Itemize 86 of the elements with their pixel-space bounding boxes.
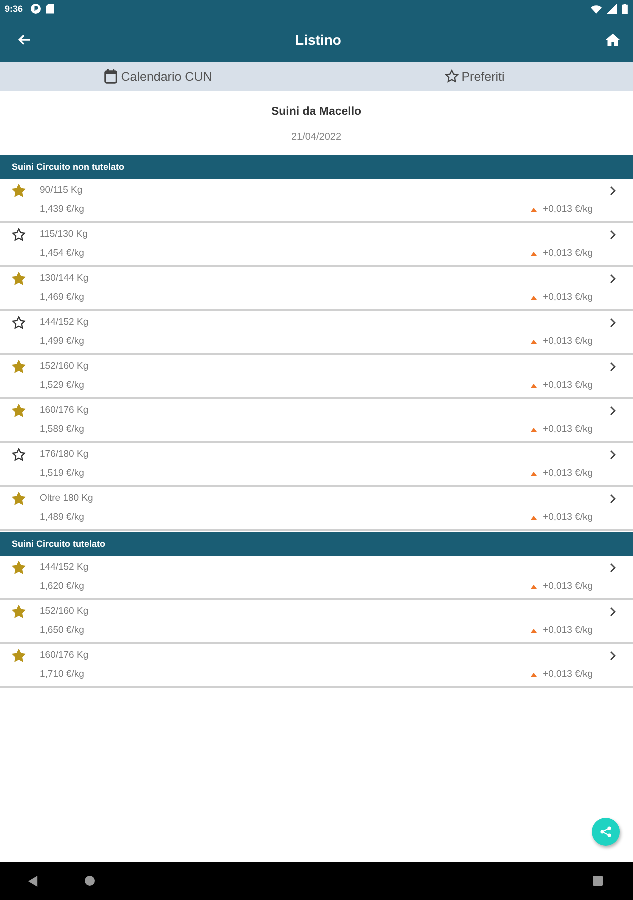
- calendar-icon: [104, 69, 118, 84]
- star-filled-icon[interactable]: [12, 184, 26, 198]
- price-text: 1,529 €/kg: [40, 380, 86, 391]
- star-outline-icon: [444, 69, 459, 84]
- weight-range: 144/152 Kg: [40, 562, 90, 573]
- price-change: +0,013 €/kg: [543, 669, 593, 680]
- price-change: +0,013 €/kg: [543, 380, 593, 391]
- list-date: 21/04/2022: [291, 131, 342, 145]
- calendar-button[interactable]: Calendario CUN: [104, 67, 212, 86]
- section-title: Suini Circuito tutelato: [12, 539, 106, 549]
- price-text: 1,469 €/kg: [40, 292, 86, 303]
- price-text: 1,454 €/kg: [40, 248, 86, 259]
- price-row[interactable]: 144/152 Kg 1,620 €/kg +0,013 €/kg: [0, 556, 633, 600]
- weight-range: 130/144 Kg: [40, 273, 90, 284]
- chevron-right-icon: [610, 362, 616, 372]
- price-row[interactable]: 160/176 Kg 1,589 €/kg +0,013 €/kg: [0, 399, 633, 443]
- chevron-right-icon: [610, 650, 616, 660]
- weight-range: 115/130 Kg: [40, 229, 89, 240]
- price-row[interactable]: 130/144 Kg 1,469 €/kg +0,013 €/kg: [0, 267, 633, 311]
- weight-range: 152/160 Kg: [40, 361, 90, 372]
- battery-icon: [622, 4, 628, 14]
- weight-range: 176/180 Kg: [40, 449, 90, 460]
- weight-range: Oltre 180 Kg: [40, 493, 94, 504]
- price-text: 1,439 €/kg: [40, 204, 86, 215]
- share-icon: [600, 826, 612, 838]
- star-filled-icon[interactable]: [12, 404, 26, 418]
- notification-circle-icon: [31, 4, 42, 14]
- price-change: +0,013 €/kg: [543, 625, 593, 636]
- chevron-right-icon: [610, 186, 616, 196]
- chevron-right-icon: [610, 274, 616, 284]
- price-row[interactable]: 144/152 Kg 1,499 €/kg +0,013 €/kg: [0, 311, 633, 355]
- chevron-right-icon: [610, 606, 616, 616]
- price-row[interactable]: 152/160 Kg 1,650 €/kg +0,013 €/kg: [0, 600, 633, 644]
- chevron-right-icon: [610, 450, 616, 460]
- price-change: +0,013 €/kg: [543, 336, 593, 347]
- price-change: +0,013 €/kg: [543, 424, 593, 435]
- price-change: +0,013 €/kg: [543, 512, 593, 523]
- price-change: +0,013 €/kg: [543, 248, 593, 259]
- back-triangle-icon[interactable]: [28, 876, 38, 886]
- price-change: +0,013 €/kg: [543, 581, 593, 592]
- weight-range: 152/160 Kg: [40, 606, 90, 617]
- chevron-right-icon: [610, 562, 616, 572]
- chevron-right-icon: [610, 406, 616, 416]
- home-circle-icon[interactable]: [85, 876, 95, 886]
- star-outline-icon[interactable]: [12, 228, 26, 242]
- price-row[interactable]: 115/130 Kg 1,454 €/kg +0,013 €/kg: [0, 223, 633, 267]
- price-row[interactable]: 176/180 Kg 1,519 €/kg +0,013 €/kg: [0, 443, 633, 487]
- star-filled-icon[interactable]: [12, 492, 26, 506]
- star-filled-icon[interactable]: [12, 560, 26, 574]
- signal-icon: [607, 4, 617, 14]
- weight-range: 160/176 Kg: [40, 405, 90, 416]
- chevron-right-icon: [610, 494, 616, 504]
- wifi-icon: [591, 4, 602, 14]
- price-change: +0,013 €/kg: [543, 292, 593, 303]
- price-row[interactable]: 90/115 Kg 1,439 €/kg +0,013 €/kg: [0, 179, 633, 223]
- price-text: 1,650 €/kg: [40, 625, 86, 636]
- list-title: Suini da Macello: [271, 105, 362, 120]
- price-text: 1,499 €/kg: [40, 336, 86, 347]
- weight-range: 144/152 Kg: [40, 317, 90, 328]
- star-filled-icon[interactable]: [12, 604, 26, 618]
- weight-range: 90/115 Kg: [40, 185, 84, 196]
- star-filled-icon[interactable]: [12, 648, 26, 662]
- app-bar-title: Listino: [296, 32, 342, 48]
- price-text: 1,519 €/kg: [40, 468, 86, 479]
- chevron-right-icon: [610, 230, 616, 240]
- price-row[interactable]: 160/176 Kg 1,710 €/kg +0,013 €/kg: [0, 644, 633, 688]
- star-filled-icon[interactable]: [12, 272, 26, 286]
- price-text: 1,710 €/kg: [40, 669, 86, 680]
- back-arrow-icon[interactable]: [16, 32, 32, 48]
- price-row[interactable]: 152/160 Kg 1,529 €/kg +0,013 €/kg: [0, 355, 633, 399]
- price-change: +0,013 €/kg: [543, 468, 593, 479]
- home-icon[interactable]: [604, 32, 621, 48]
- star-filled-icon[interactable]: [12, 360, 26, 374]
- favorites-button[interactable]: Preferiti: [444, 67, 505, 86]
- price-text: 1,620 €/kg: [40, 581, 86, 592]
- sd-card-icon: [46, 4, 54, 14]
- price-text: 1,489 €/kg: [40, 512, 86, 523]
- price-text: 1,589 €/kg: [40, 424, 86, 435]
- star-outline-icon[interactable]: [12, 316, 26, 330]
- weight-range: 160/176 Kg: [40, 650, 90, 661]
- share-button[interactable]: [592, 818, 620, 846]
- star-outline-icon[interactable]: [12, 448, 26, 462]
- chevron-right-icon: [610, 318, 616, 328]
- section-title: Suini Circuito non tutelato: [12, 162, 124, 172]
- price-change: +0,013 €/kg: [543, 204, 593, 215]
- status-time: 9:36: [5, 4, 24, 14]
